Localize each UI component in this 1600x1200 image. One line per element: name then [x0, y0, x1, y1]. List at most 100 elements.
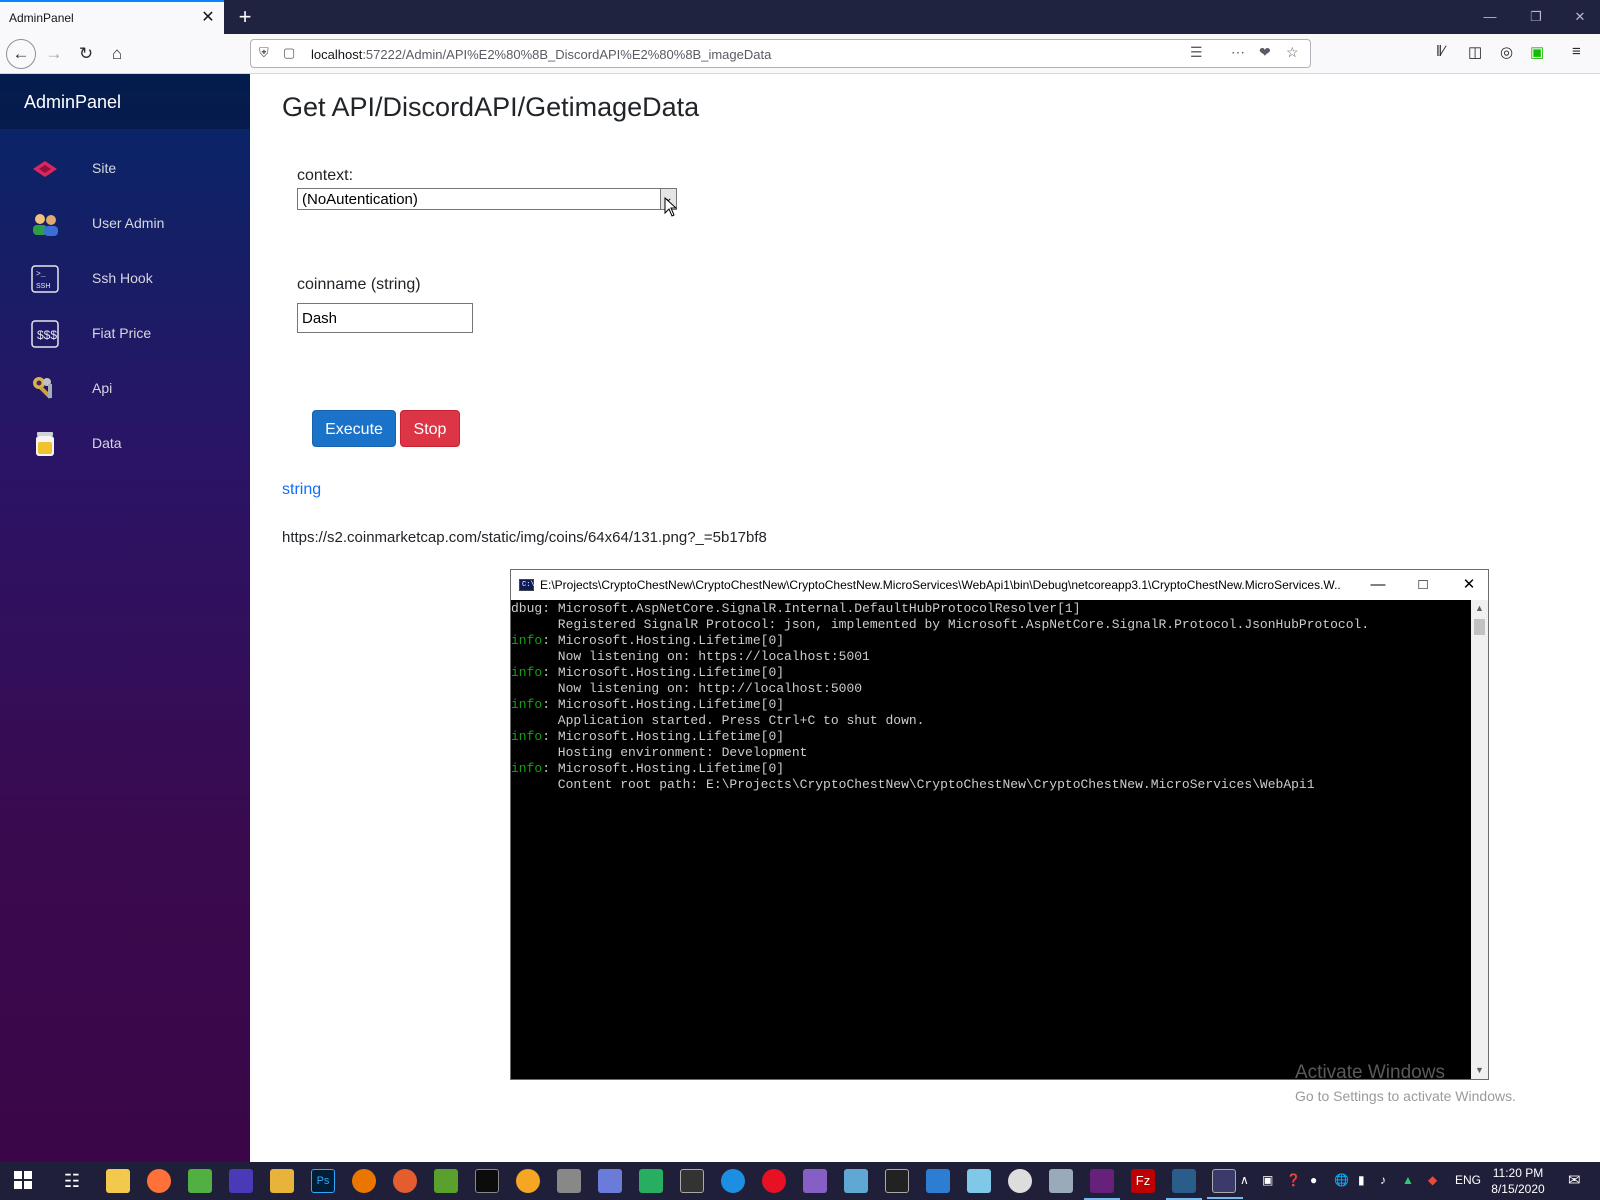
sidebar-item-fiat-price[interactable]: $$$ Fiat Price: [0, 309, 250, 359]
console-line: info: Microsoft.Hosting.Lifetime[0]: [511, 761, 1471, 777]
app-icon[interactable]: [393, 1169, 417, 1193]
pocket-icon[interactable]: ❤: [1259, 44, 1271, 61]
sidebar-item-api[interactable]: Api: [0, 364, 250, 414]
console-output[interactable]: dbug: Microsoft.AspNetCore.SignalR.Inter…: [511, 600, 1471, 1079]
visual-studio-icon[interactable]: [803, 1169, 827, 1193]
app-icon[interactable]: [1049, 1169, 1073, 1193]
app-icon[interactable]: [229, 1169, 253, 1193]
tray-app-icon[interactable]: ▣: [1262, 1173, 1273, 1187]
console-line: Application started. Press Ctrl+C to shu…: [511, 713, 1471, 729]
sidebar-toggle-icon[interactable]: ◫: [1468, 43, 1482, 61]
url-bar[interactable]: ⛨ ▢ localhost:57222/Admin/API%E2%80%8B_D…: [250, 39, 1311, 68]
sidebar-item-data[interactable]: Data: [0, 419, 250, 469]
library-icon[interactable]: ‖∕: [1436, 43, 1445, 60]
console-line: Hosting environment: Development: [511, 745, 1471, 761]
opera-icon[interactable]: [762, 1169, 786, 1193]
scroll-thumb[interactable]: [1474, 619, 1485, 635]
browser-tab[interactable]: AdminPanel ✕: [0, 0, 224, 34]
restore-icon[interactable]: ❐: [1516, 4, 1556, 30]
sidebar-item-site[interactable]: Site: [0, 144, 250, 194]
folder-icon[interactable]: [270, 1169, 294, 1193]
clapper-icon[interactable]: [680, 1169, 704, 1193]
tray-chevron-up-icon[interactable]: ∧: [1240, 1173, 1249, 1187]
app-icon[interactable]: [188, 1169, 212, 1193]
home-icon[interactable]: ⌂: [103, 40, 131, 68]
photoshop-icon[interactable]: Ps: [311, 1169, 335, 1193]
notifications-icon[interactable]: ✉: [1568, 1171, 1581, 1189]
console-window[interactable]: C:\ E:\Projects\CryptoChestNew\CryptoChe…: [510, 569, 1489, 1080]
stop-button[interactable]: Stop: [400, 410, 460, 447]
close-window-icon[interactable]: ✕: [1560, 4, 1600, 30]
menu-icon[interactable]: ≡: [1572, 43, 1581, 60]
new-tab-button[interactable]: +: [231, 3, 259, 31]
mouse-cursor-icon: [664, 196, 678, 222]
battery-icon[interactable]: ▮: [1358, 1173, 1365, 1187]
page-info-icon[interactable]: ▢: [283, 45, 295, 61]
file-explorer-icon[interactable]: [106, 1169, 130, 1193]
tray-app-icon[interactable]: ●: [1310, 1173, 1317, 1187]
tray-app-icon[interactable]: ◆: [1428, 1173, 1437, 1187]
app-icon[interactable]: [434, 1169, 458, 1193]
console-line: Content root path: E:\Projects\CryptoChe…: [511, 777, 1471, 793]
app-icon[interactable]: [885, 1169, 909, 1193]
app-icon[interactable]: [598, 1169, 622, 1193]
console-app-icon: C:\: [519, 579, 535, 591]
log-level: info: [511, 761, 543, 776]
tray-help-icon[interactable]: ❓: [1286, 1173, 1301, 1187]
filezilla-icon[interactable]: Fz: [1131, 1169, 1155, 1193]
sidebar-item-ssh-hook[interactable]: >_ SSH Ssh Hook: [0, 254, 250, 304]
minimize-icon[interactable]: —: [1470, 4, 1510, 30]
blender-icon[interactable]: [352, 1169, 376, 1193]
tab-close-icon[interactable]: ✕: [198, 8, 218, 28]
app-icon[interactable]: [926, 1169, 950, 1193]
scroll-down-icon[interactable]: ▼: [1471, 1062, 1488, 1079]
tray-app-icon[interactable]: ▲: [1402, 1173, 1414, 1187]
result-type-link[interactable]: string: [282, 481, 321, 499]
back-icon[interactable]: ←: [6, 39, 36, 69]
console-scrollbar[interactable]: ▲ ▼: [1471, 600, 1488, 1079]
bookmark-star-icon[interactable]: ☆: [1286, 44, 1299, 61]
execute-button[interactable]: Execute: [312, 410, 396, 447]
log-text: Application started. Press Ctrl+C to shu…: [511, 713, 925, 728]
console-close-icon[interactable]: ✕: [1454, 574, 1484, 596]
tracking-shield-icon[interactable]: ⛨: [259, 45, 269, 61]
network-globe-icon[interactable]: 🌐: [1334, 1173, 1349, 1187]
console-title-bar[interactable]: C:\ E:\Projects\CryptoChestNew\CryptoChe…: [511, 570, 1488, 600]
app-icon[interactable]: [1166, 1169, 1202, 1200]
terminal-icon[interactable]: [475, 1169, 499, 1193]
context-select[interactable]: (NoAutentication) ⌄: [297, 188, 677, 210]
brand[interactable]: AdminPanel: [0, 74, 250, 129]
url-text[interactable]: localhost:57222/Admin/API%E2%80%8B_Disco…: [311, 47, 771, 62]
forward-icon[interactable]: →: [40, 40, 68, 68]
language-indicator[interactable]: ENG: [1455, 1173, 1481, 1187]
app-icon[interactable]: [844, 1169, 868, 1193]
console-maximize-icon[interactable]: □: [1408, 574, 1438, 596]
log-level: info: [511, 729, 543, 744]
app-icon[interactable]: [1008, 1169, 1032, 1193]
app-icon[interactable]: [967, 1169, 991, 1193]
scroll-up-icon[interactable]: ▲: [1471, 600, 1488, 617]
app-icon[interactable]: [721, 1169, 745, 1193]
task-view-icon[interactable]: ☷: [60, 1169, 84, 1193]
firefox-icon[interactable]: [147, 1169, 171, 1193]
sidebar-item-user-admin[interactable]: User Admin: [0, 199, 250, 249]
visual-studio-icon[interactable]: [1084, 1169, 1120, 1200]
console-minimize-icon[interactable]: —: [1363, 574, 1393, 596]
reload-icon[interactable]: ↻: [72, 40, 100, 68]
reader-view-icon[interactable]: ☰: [1190, 44, 1203, 61]
account-icon[interactable]: ◎: [1500, 43, 1513, 61]
system-clock[interactable]: 11:20 PM 8/15/2020: [1490, 1165, 1546, 1197]
app-icon[interactable]: [639, 1169, 663, 1193]
log-text: : Microsoft.Hosting.Lifetime[0]: [542, 761, 785, 776]
console-taskbar-icon[interactable]: [1207, 1169, 1243, 1199]
app-icon[interactable]: [516, 1169, 540, 1193]
extension-save-icon[interactable]: ▣: [1530, 43, 1544, 61]
clock-date: 8/15/2020: [1491, 1182, 1545, 1196]
start-icon[interactable]: [12, 1169, 36, 1193]
coinname-input[interactable]: Dash: [297, 303, 473, 333]
tools-icon[interactable]: [557, 1169, 581, 1193]
sidebar-item-label: Site: [92, 160, 117, 176]
more-actions-icon[interactable]: ⋯: [1231, 44, 1245, 61]
volume-icon[interactable]: ♪: [1380, 1173, 1386, 1187]
console-line: dbug: Microsoft.AspNetCore.SignalR.Inter…: [511, 601, 1471, 617]
